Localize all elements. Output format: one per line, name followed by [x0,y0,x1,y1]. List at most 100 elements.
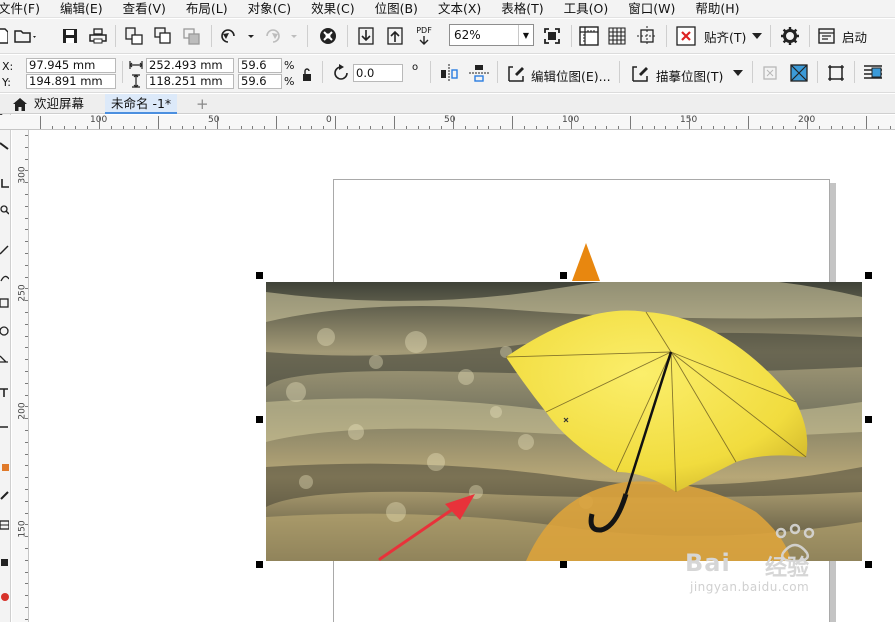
vertical-ruler[interactable]: 300 250 200 150 [12,130,29,622]
menu-table[interactable]: 表格(T) [491,0,553,18]
selection-handle-top-right[interactable] [865,272,872,279]
export-icon[interactable] [153,25,173,47]
selection-handle-bottom-center[interactable] [560,561,567,568]
scale-width-field[interactable]: 59.6 [238,58,282,73]
show-rulers-icon[interactable] [578,25,600,47]
resample-icon[interactable] [789,63,809,83]
import-icon[interactable] [124,25,144,47]
rotate-icon[interactable] [331,63,351,83]
ruler-tick [300,126,301,129]
save-icon[interactable] [61,25,79,47]
color-icon[interactable] [0,591,9,601]
launch-dropdown[interactable]: 启动 [842,27,867,46]
crop-tool-icon[interactable] [0,178,9,188]
ruler-tick [25,336,28,337]
ruler-tick [394,116,395,129]
zoom-level-combo[interactable]: 62% ▼ [449,24,534,46]
selection-handle-bottom-left[interactable] [256,561,263,568]
selection-handle-top-center[interactable] [560,272,567,279]
menu-object[interactable]: 对象(C) [238,0,301,18]
eyedropper-icon[interactable] [0,489,9,500]
menu-help[interactable]: 帮助(H) [685,0,749,18]
wrap-text-icon[interactable] [862,63,884,83]
show-grid-icon[interactable] [606,25,628,47]
undo-icon[interactable] [219,25,257,47]
menu-view[interactable]: 查看(V) [113,0,176,18]
add-tab-button[interactable]: + [190,94,215,114]
ruler-tick [25,312,28,313]
edit-bitmap-button[interactable]: 编辑位图(E)... [531,66,611,85]
shape-tool-icon[interactable] [0,140,9,150]
ruler-tick [25,324,28,325]
tab-welcome-screen[interactable]: 欢迎屏幕 [28,94,90,114]
ruler-tick [701,126,702,129]
new-file-icon[interactable] [0,25,8,47]
polygon-tool-icon[interactable] [0,353,9,363]
umbrella-bitmap-image[interactable] [266,282,862,561]
zoom-tool-icon[interactable] [0,204,10,215]
drawing-canvas[interactable]: Bai 经验 jingyan.baidu.com [30,131,895,622]
selection-handle-middle-right[interactable] [865,416,872,423]
interactive-fill-icon[interactable] [0,519,10,530]
print-icon[interactable] [88,25,108,47]
snap-to-dropdown[interactable]: 贴齐(T) [704,27,746,46]
snap-off-icon[interactable] [675,25,697,47]
scale-height-field[interactable]: 59.6 [238,74,282,89]
corel-connect-icon[interactable] [317,25,339,47]
mirror-vertical-icon[interactable] [468,63,490,83]
ruler-tick [25,359,28,360]
smart-fill-icon[interactable] [0,556,9,566]
width-field[interactable]: 252.493 mm [146,58,234,73]
launcher-icon[interactable] [817,25,837,47]
menu-tools[interactable]: 工具(O) [554,0,619,18]
selection-handle-middle-left[interactable] [256,416,263,423]
ellipse-tool-icon[interactable] [0,325,9,336]
horizontal-ruler[interactable]: 10050050100150200 [0,115,895,130]
tab-untitled-document[interactable]: 未命名 -1* [105,94,178,114]
artistic-media-icon[interactable] [0,272,10,282]
menu-layout[interactable]: 布局(L) [176,0,238,18]
export-icon[interactable] [385,25,405,47]
bounding-box-icon[interactable] [826,63,846,83]
x-position-field[interactable]: 97.945 mm [26,58,116,73]
chevron-down-icon[interactable]: ▼ [518,25,533,45]
menu-edit[interactable]: 编辑(E) [50,0,113,18]
edit-bitmap-icon[interactable] [506,63,526,83]
rectangle-tool-icon[interactable] [0,297,9,308]
mirror-horizontal-icon[interactable] [438,63,460,83]
trace-bitmap-icon[interactable] [630,63,650,83]
menu-window[interactable]: 窗口(W) [618,0,685,18]
show-guidelines-icon[interactable] [636,25,658,47]
text-tool-icon[interactable] [0,387,9,397]
import-icon[interactable] [356,25,376,47]
height-field[interactable]: 118.251 mm [146,74,234,89]
chevron-down-icon[interactable] [750,25,764,47]
rotation-angle-field[interactable]: 0.0 [353,64,403,82]
toolbar-separator [211,25,212,47]
lock-ratio-icon[interactable] [301,67,315,83]
ruler-tick [25,430,28,431]
y-position-field[interactable]: 194.891 mm [26,74,116,89]
crop-bitmap-icon[interactable] [760,63,780,83]
ruler-tick [25,560,28,561]
redo-icon[interactable] [262,25,300,47]
menu-file[interactable]: 文件(F) [0,0,50,18]
selection-handle-bottom-right[interactable] [865,561,872,568]
open-folder-icon[interactable] [14,25,36,47]
publish-pdf-icon[interactable] [182,25,202,47]
orange-triangle-shape[interactable] [571,243,601,283]
full-screen-icon[interactable] [541,25,563,47]
menu-bitmaps[interactable]: 位图(B) [365,0,428,18]
trace-bitmap-button[interactable]: 描摹位图(T) [656,66,723,85]
property-bar: X: Y: 97.945 mm 194.891 mm 252.493 mm 11… [0,55,895,93]
chevron-down-icon[interactable] [732,69,744,77]
selection-handle-top-left[interactable] [256,272,263,279]
settings-gear-icon[interactable] [779,25,801,47]
freehand-tool-icon[interactable] [0,244,9,255]
parallel-dimension-icon[interactable] [0,421,9,431]
menu-effects[interactable]: 效果(C) [301,0,364,18]
home-icon[interactable] [12,96,28,112]
fill-tool-icon[interactable] [0,461,9,471]
menu-text[interactable]: 文本(X) [428,0,491,18]
publish-pdf-icon[interactable]: PDF [413,25,435,47]
